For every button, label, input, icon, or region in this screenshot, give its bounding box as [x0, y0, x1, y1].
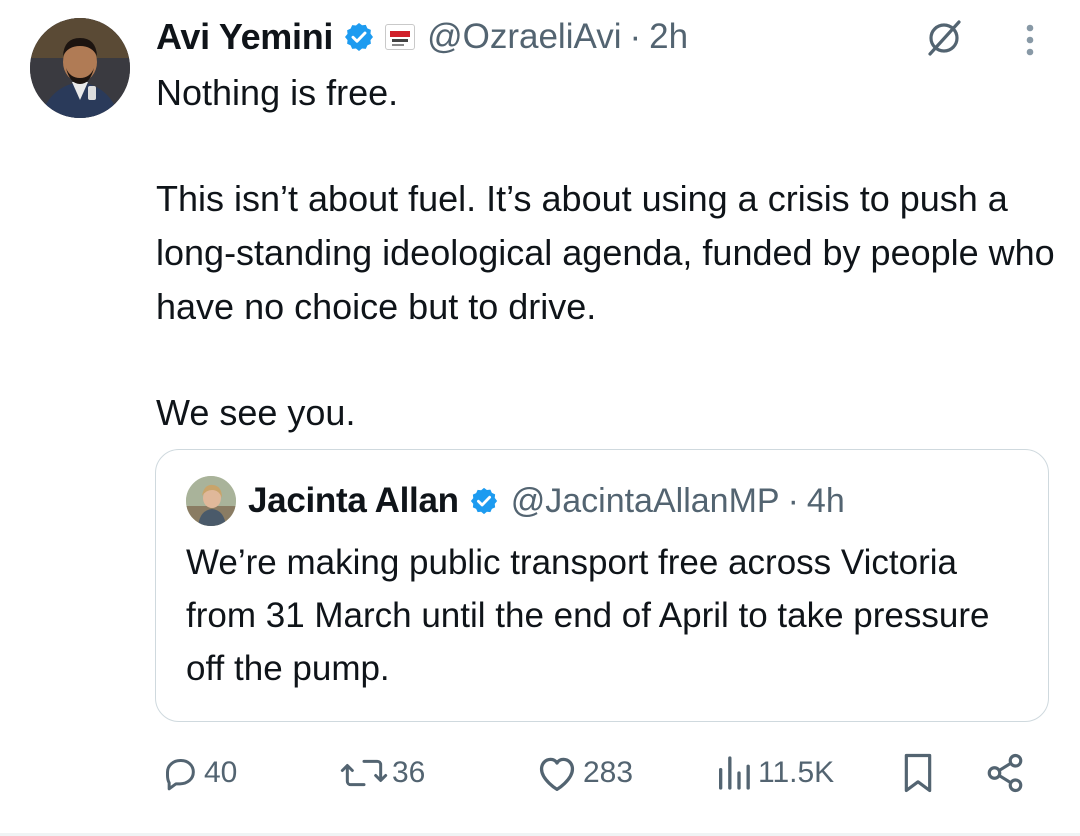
repost-count: 36	[392, 756, 426, 789]
quoted-tweet-time[interactable]: 4h	[807, 482, 845, 521]
action-bar: 40 36 283 11.5K	[0, 748, 1080, 798]
repost-icon	[340, 753, 388, 793]
reply-icon	[160, 753, 200, 793]
like-button[interactable]: 283	[535, 748, 633, 798]
more-vertical-icon[interactable]	[1012, 18, 1048, 62]
verified-badge-icon	[469, 486, 499, 516]
affiliation-badge[interactable]	[385, 24, 416, 50]
separator-dot: ·	[629, 17, 642, 56]
tweet-time[interactable]: 2h	[649, 17, 688, 57]
views-button[interactable]: 11.5K	[714, 748, 834, 798]
views-count: 11.5K	[758, 756, 835, 789]
quoted-tweet-header: Jacinta Allan @JacintaAllanMP · 4h	[186, 476, 845, 526]
share-button[interactable]	[984, 748, 1026, 798]
separator-dot: ·	[787, 481, 799, 520]
quoted-author-handle[interactable]: @JacintaAllanMP	[511, 482, 780, 521]
repost-button[interactable]: 36	[340, 748, 425, 798]
author-avatar[interactable]	[30, 18, 130, 118]
like-count: 283	[583, 756, 634, 789]
reply-count: 40	[204, 756, 238, 789]
bookmark-icon	[898, 751, 938, 795]
share-icon	[984, 752, 1026, 794]
verified-badge-icon	[343, 21, 375, 53]
tweet-text-line: This isn’t about fuel. It’s about using …	[156, 178, 1055, 327]
tweet-text: Nothing is free. This isn’t about fuel. …	[156, 66, 1056, 440]
tweet-header: Avi Yemini @OzraeliAvi · 2h	[156, 14, 688, 60]
heart-icon	[535, 753, 579, 793]
author-name[interactable]: Avi Yemini	[156, 16, 333, 58]
bookmark-button[interactable]	[898, 748, 938, 798]
quoted-tweet-text: We’re making public transport free acros…	[186, 543, 990, 688]
quoted-author-avatar	[186, 476, 236, 526]
grok-icon[interactable]	[922, 16, 966, 60]
author-handle[interactable]: @OzraeliAvi	[427, 17, 621, 57]
tweet-text-line: We see you.	[156, 392, 356, 433]
tweet: Avi Yemini @OzraeliAvi · 2h Nothing is f…	[0, 0, 1080, 836]
tweet-text-line: Nothing is free.	[156, 72, 399, 113]
reply-button[interactable]: 40	[160, 748, 237, 798]
quoted-author-name[interactable]: Jacinta Allan	[248, 481, 459, 521]
views-icon	[714, 753, 754, 793]
quoted-tweet[interactable]: Jacinta Allan @JacintaAllanMP · 4h We’re…	[155, 449, 1049, 722]
